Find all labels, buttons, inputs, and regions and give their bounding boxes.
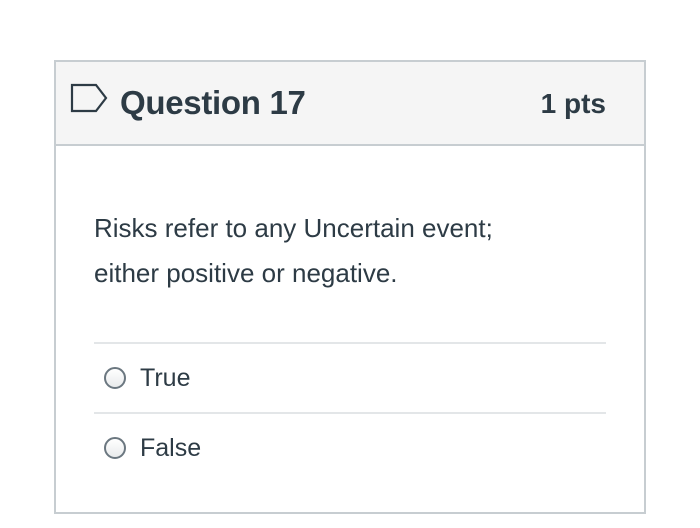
question-points: 1 pts (540, 88, 606, 119)
radio-button-true[interactable] (104, 367, 126, 389)
answer-label: True (140, 363, 191, 392)
question-title: Question 17 (120, 84, 306, 121)
question-card: Question 17 1 pts Risks refer to any Unc… (54, 60, 646, 514)
question-body: Risks refer to any Uncertain event; eith… (56, 206, 644, 482)
radio-button-false[interactable] (104, 437, 126, 459)
answer-label: False (140, 433, 202, 462)
answer-option-false[interactable]: False (94, 412, 606, 482)
question-header: Question 17 1 pts (56, 62, 644, 146)
question-text: Risks refer to any Uncertain event; eith… (94, 213, 493, 288)
answer-list: True False (94, 342, 606, 482)
answer-option-true[interactable]: True (94, 342, 606, 412)
flag-question-icon[interactable] (70, 82, 110, 114)
